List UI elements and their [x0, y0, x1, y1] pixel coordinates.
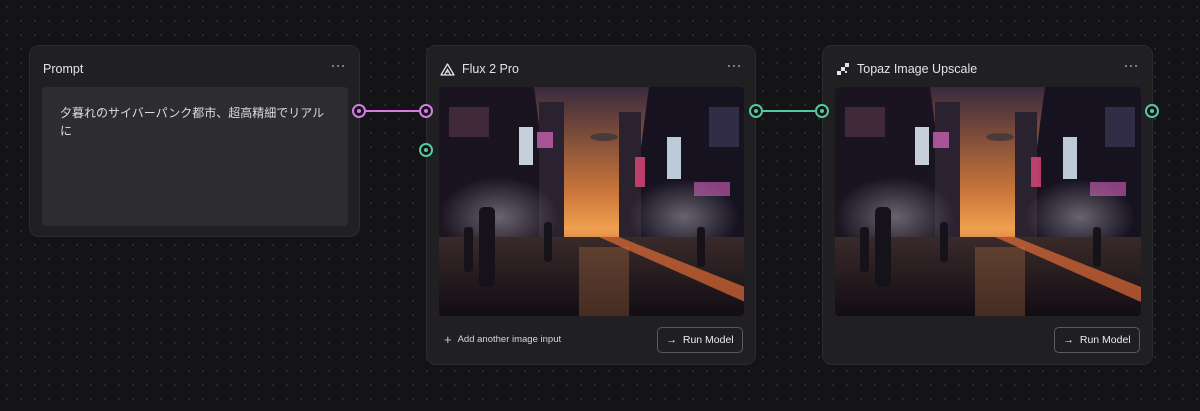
topaz-node[interactable]: Topaz Image Upscale → Run Model	[822, 45, 1153, 365]
topaz-output-image[interactable]	[835, 87, 1141, 316]
topaz-run-model-label: Run Model	[1079, 334, 1131, 346]
arrow-right-icon: →	[1063, 334, 1074, 346]
prompt-text-output-handle[interactable]	[352, 104, 366, 118]
flux-node-title: Flux 2 Pro	[440, 62, 519, 76]
prompt-text: 夕暮れのサイバーパンク都市、超高精細でリアルに	[60, 106, 325, 138]
topaz-image-input-handle[interactable]	[815, 104, 829, 118]
topaz-image-output-handle[interactable]	[1145, 104, 1159, 118]
add-image-input-label: Add another image input	[457, 334, 562, 345]
flux-node-title-text: Flux 2 Pro	[462, 62, 519, 76]
flux-node[interactable]: Flux 2 Pro + Add another image input → R…	[426, 45, 756, 365]
prompt-node-title-text: Prompt	[43, 62, 84, 76]
cyberpunk-city-upscaled-image	[835, 87, 1141, 316]
flux-image-output-handle[interactable]	[749, 104, 763, 118]
add-image-input-link[interactable]: + Add another image input	[444, 331, 562, 347]
cyberpunk-city-image	[439, 87, 744, 316]
prompt-node-title: Prompt	[43, 62, 83, 76]
topaz-pixel-icon	[837, 63, 849, 75]
flux-run-model-button[interactable]: → Run Model	[657, 327, 743, 353]
more-dots-icon[interactable]	[329, 59, 347, 73]
flux-text-input-handle[interactable]	[419, 104, 433, 118]
flux-output-image[interactable]	[439, 87, 744, 316]
prompt-node[interactable]: Prompt 夕暮れのサイバーパンク都市、超高精細でリアルに	[29, 45, 360, 237]
flux-image-input-handle[interactable]	[419, 143, 433, 157]
flux-run-model-label: Run Model	[682, 334, 734, 346]
more-dots-icon[interactable]	[1122, 59, 1140, 73]
topaz-node-title: Topaz Image Upscale	[836, 62, 977, 76]
plus-icon: +	[444, 331, 452, 347]
more-dots-icon[interactable]	[725, 59, 743, 73]
flux-triangle-icon	[440, 62, 455, 76]
topaz-run-model-button[interactable]: → Run Model	[1054, 327, 1140, 353]
topaz-node-title-text: Topaz Image Upscale	[857, 62, 978, 76]
arrow-right-icon: →	[666, 334, 677, 346]
prompt-text-area[interactable]: 夕暮れのサイバーパンク都市、超高精細でリアルに	[42, 87, 348, 226]
